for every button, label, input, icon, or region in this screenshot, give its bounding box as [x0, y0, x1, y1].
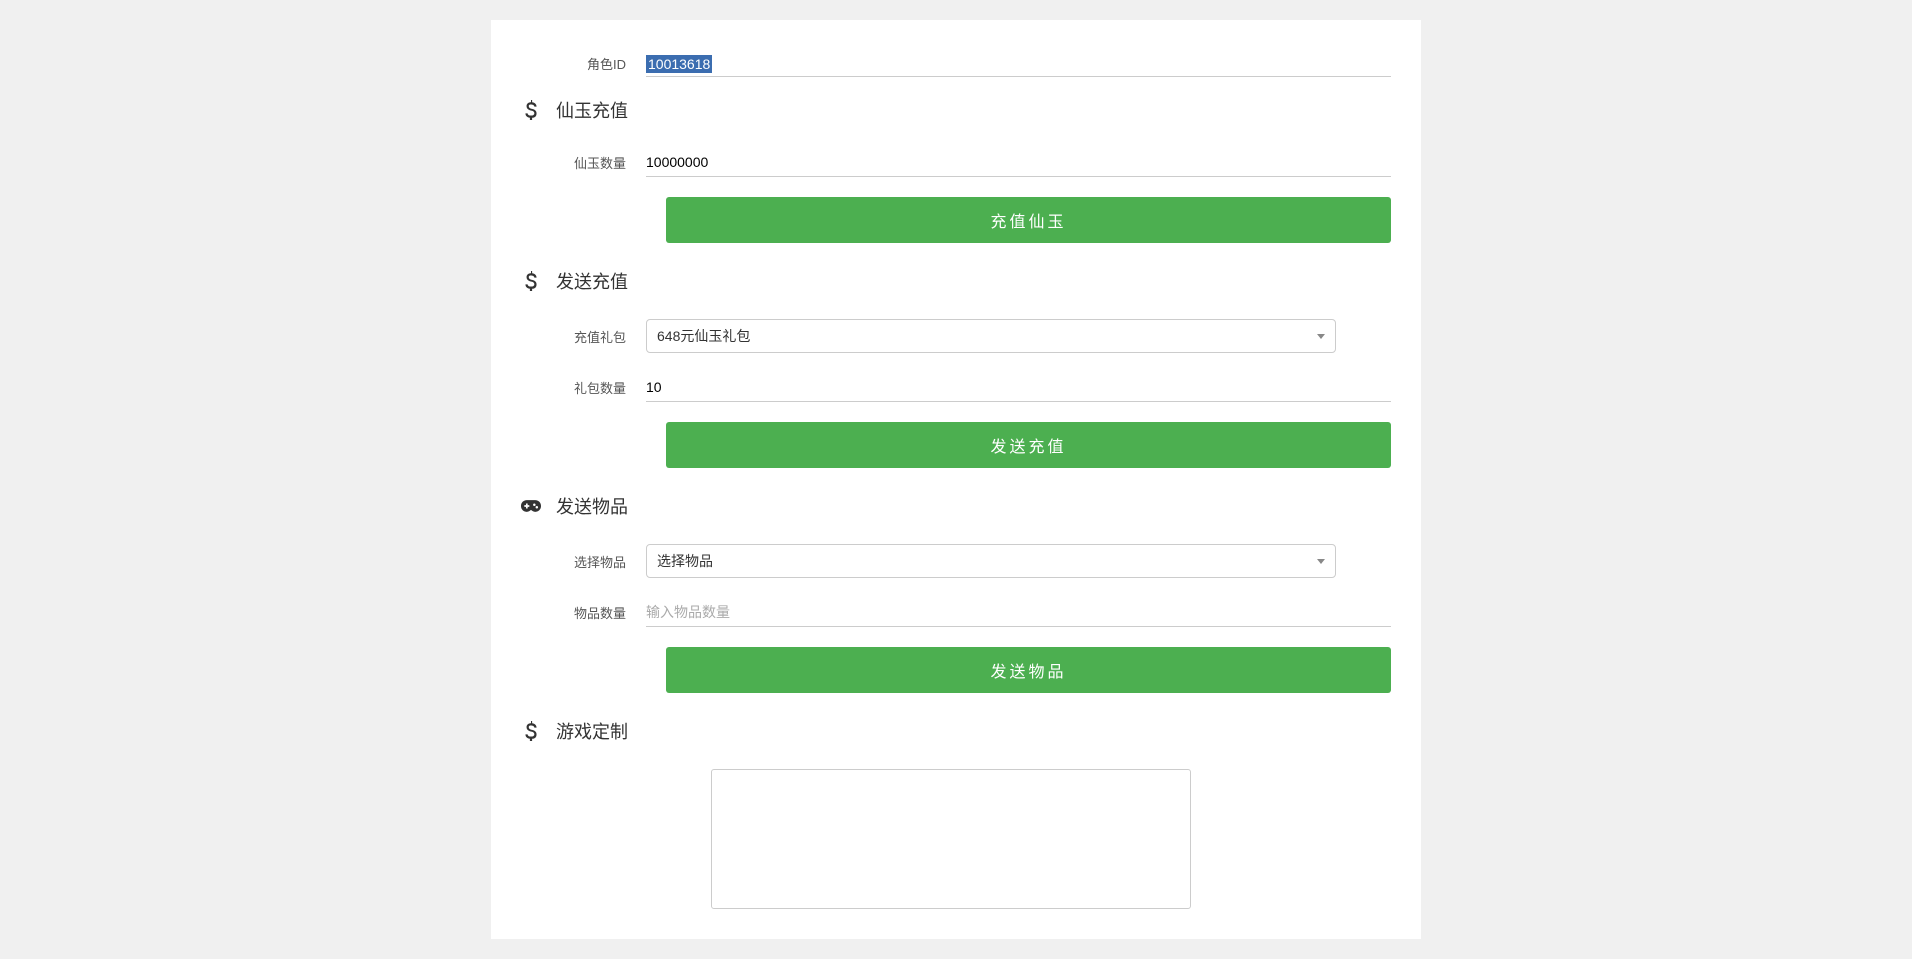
section-title-custom: 游戏定制: [556, 718, 628, 744]
recharge-button-row: 充值仙玉: [521, 197, 1391, 243]
section-header-send-recharge: 发送充值: [521, 268, 1391, 294]
item-quantity-input[interactable]: [646, 598, 1391, 627]
custom-textarea[interactable]: [711, 769, 1191, 909]
recharge-package-select[interactable]: 648元仙玉礼包: [646, 319, 1336, 353]
xianyu-amount-label: 仙玉数量: [521, 153, 646, 172]
recharge-package-selected: 648元仙玉礼包: [657, 326, 750, 346]
recharge-package-row: 充值礼包 648元仙玉礼包: [521, 319, 1391, 353]
item-quantity-label: 物品数量: [521, 603, 646, 622]
recharge-package-label: 充值礼包: [521, 327, 646, 346]
send-item-button[interactable]: 发送物品: [666, 647, 1391, 693]
dollar-icon: [521, 721, 541, 741]
item-select-placeholder: 选择物品: [657, 551, 713, 571]
package-quantity-input[interactable]: [646, 373, 1391, 402]
role-id-field-wrap: 10013618: [646, 50, 1391, 77]
role-id-label: 角色ID: [521, 54, 646, 73]
section-title-recharge: 仙玉充值: [556, 97, 628, 123]
xianyu-amount-row: 仙玉数量: [521, 148, 1391, 177]
dollar-icon: [521, 100, 541, 120]
send-recharge-button-row: 发送充值: [521, 422, 1391, 468]
section-header-custom: 游戏定制: [521, 718, 1391, 744]
role-id-input[interactable]: 10013618: [646, 50, 1391, 77]
send-recharge-button[interactable]: 发送充值: [666, 422, 1391, 468]
chevron-down-icon: [1317, 559, 1325, 564]
section-title-send-item: 发送物品: [556, 493, 628, 519]
recharge-button[interactable]: 充值仙玉: [666, 197, 1391, 243]
package-quantity-label: 礼包数量: [521, 378, 646, 397]
item-quantity-row: 物品数量: [521, 598, 1391, 627]
chevron-down-icon: [1317, 334, 1325, 339]
select-item-row: 选择物品 选择物品: [521, 544, 1391, 578]
package-quantity-row: 礼包数量: [521, 373, 1391, 402]
role-id-row: 角色ID 10013618: [521, 50, 1391, 77]
section-header-send-item: 发送物品: [521, 493, 1391, 519]
select-item-label: 选择物品: [521, 552, 646, 571]
dollar-icon: [521, 271, 541, 291]
item-select[interactable]: 选择物品: [646, 544, 1336, 578]
role-id-value: 10013618: [646, 55, 712, 73]
main-container: 角色ID 10013618 仙玉充值 仙玉数量 充值仙玉 发送充值 充值礼包 6: [491, 20, 1421, 939]
section-header-recharge: 仙玉充值: [521, 97, 1391, 123]
xianyu-amount-input[interactable]: [646, 148, 1391, 177]
gamepad-icon: [521, 496, 541, 516]
send-item-button-row: 发送物品: [521, 647, 1391, 693]
section-title-send-recharge: 发送充值: [556, 268, 628, 294]
